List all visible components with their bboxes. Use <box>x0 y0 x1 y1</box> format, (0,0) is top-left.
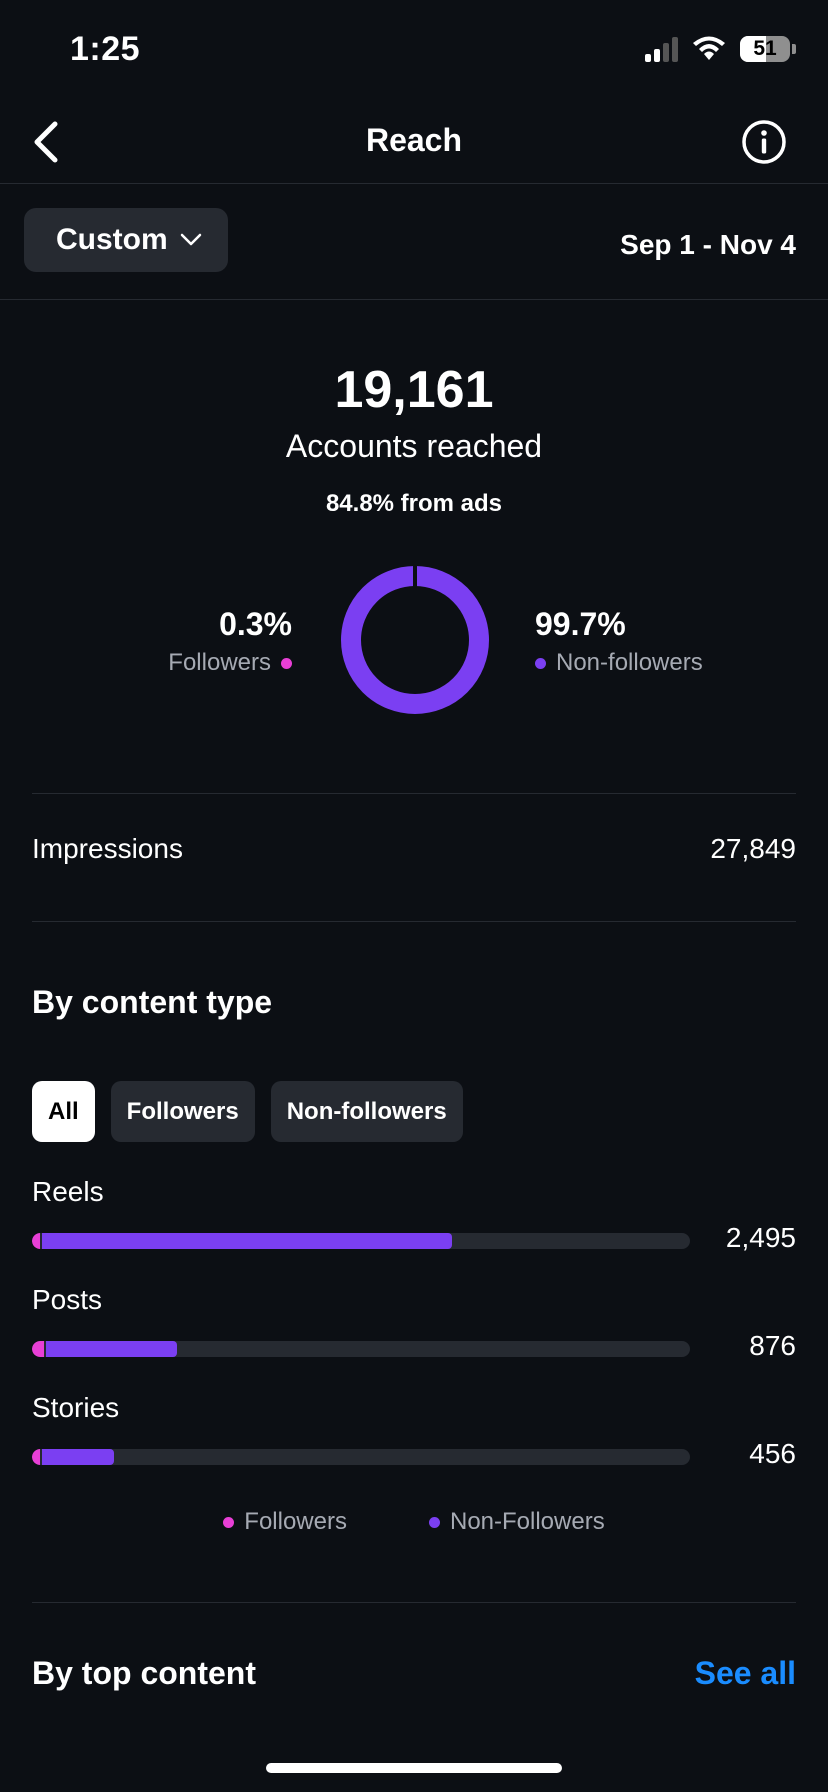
non-followers-label: Non-followers <box>556 649 703 676</box>
reach-donut-chart <box>340 565 490 715</box>
legend-followers-label: Followers <box>244 1508 347 1535</box>
status-icons: 51 <box>645 36 796 62</box>
legend-non-followers-label: Non-Followers <box>449 1508 605 1535</box>
accounts-reached-label: Accounts reached <box>285 428 543 464</box>
audience-filter-chips: All Followers Non-followers <box>32 1081 463 1142</box>
legend-non-followers-dot <box>428 1516 440 1528</box>
content-bar-posts: Posts 876 <box>32 1284 796 1361</box>
impressions-label: Impressions <box>32 833 183 864</box>
bar-non-followers-fill <box>41 1233 452 1249</box>
non-followers-percentage: 99.7% <box>535 606 626 642</box>
battery-icon: 51 <box>740 36 790 62</box>
status-bar: 1:25 51 <box>0 0 828 100</box>
date-range-dropdown[interactable]: Custom <box>24 208 228 272</box>
divider <box>32 1602 796 1603</box>
followers-split-label: Followers <box>168 649 292 677</box>
chart-legend: Followers Non-Followers <box>0 1508 828 1536</box>
legend-followers: Followers <box>223 1508 347 1536</box>
bar-label: Reels <box>32 1176 104 1207</box>
ads-share-note: 84.8% from ads <box>325 490 503 517</box>
legend-followers-dot <box>223 1516 235 1528</box>
donut-non-followers-ring <box>341 566 489 714</box>
content-bar-reels: Reels 2,495 <box>32 1176 796 1253</box>
bar-track <box>32 1233 690 1249</box>
page-title: Reach <box>365 122 463 158</box>
bar-track <box>32 1449 690 1465</box>
battery-level: 51 <box>753 37 777 60</box>
info-button[interactable] <box>740 118 788 166</box>
battery-nub <box>792 44 796 54</box>
filter-row: Custom Sep 1 - Nov 4 <box>0 185 828 300</box>
impressions-value: 27,849 <box>710 833 796 864</box>
bar-value: 876 <box>749 1330 796 1361</box>
chip-followers[interactable]: Followers <box>110 1081 255 1142</box>
accounts-reached-count: 19,161 <box>334 361 494 419</box>
bar-track <box>32 1341 690 1357</box>
divider <box>32 793 796 794</box>
followers-dot <box>281 657 292 669</box>
non-followers-split-label: Non-followers <box>535 649 703 677</box>
bar-followers-fill <box>32 1449 40 1465</box>
see-all-link[interactable]: See all <box>695 1655 796 1692</box>
top-content-title: By top content <box>32 1655 256 1691</box>
content-bar-stories: Stories 456 <box>32 1392 796 1469</box>
chip-all[interactable]: All <box>32 1081 95 1142</box>
wifi-icon <box>693 36 725 60</box>
followers-label: Followers <box>168 649 271 676</box>
date-range: Sep 1 - Nov 4 <box>620 229 796 260</box>
cellular-signal-icon <box>645 36 678 62</box>
bar-label: Stories <box>32 1392 120 1423</box>
divider <box>32 921 796 922</box>
status-time: 1:25 <box>70 30 141 68</box>
info-icon <box>742 120 786 164</box>
bar-value: 456 <box>749 1438 796 1469</box>
bar-followers-fill <box>32 1341 44 1357</box>
non-followers-split: 99.7% Non-followers <box>535 606 703 677</box>
bar-value: 2,495 <box>725 1222 796 1253</box>
header: Reach <box>0 100 828 184</box>
non-followers-dot <box>535 657 546 669</box>
bar-non-followers-fill <box>41 1449 115 1465</box>
followers-percentage: 0.3% <box>219 606 292 642</box>
home-indicator <box>266 1763 562 1773</box>
legend-non-followers: Non-Followers <box>428 1508 605 1536</box>
content-type-title: By content type <box>32 984 273 1020</box>
chip-non-followers[interactable]: Non-followers <box>270 1081 463 1142</box>
chevron-down-icon <box>180 233 201 246</box>
dropdown-label: Custom <box>56 223 168 256</box>
bar-non-followers-fill <box>45 1341 178 1357</box>
bar-followers-fill <box>32 1233 40 1249</box>
followers-split: 0.3% Followers <box>168 606 292 677</box>
bar-label: Posts <box>32 1284 103 1315</box>
